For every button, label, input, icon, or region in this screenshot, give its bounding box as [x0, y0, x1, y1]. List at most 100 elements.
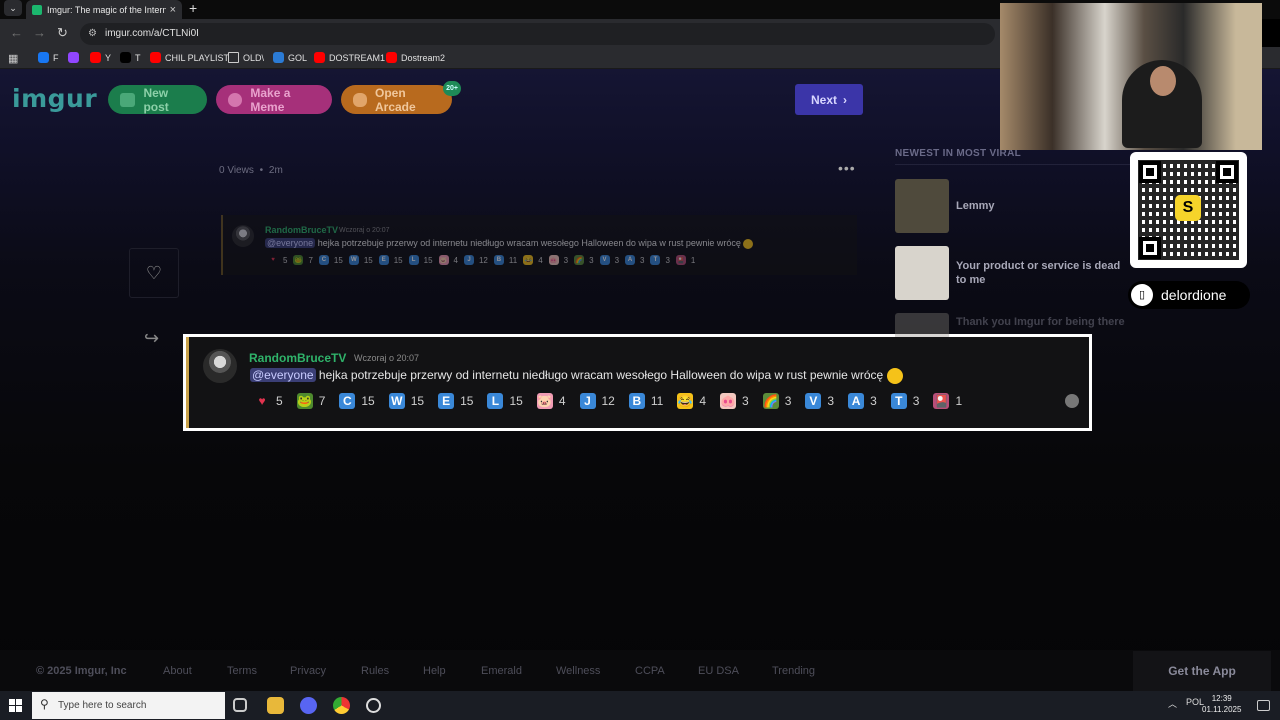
reaction[interactable]: W 15	[388, 393, 424, 409]
reaction-emoji-icon: 🐽	[548, 255, 559, 265]
bookmark-7[interactable]: DOSTREAM1	[314, 52, 385, 63]
reaction[interactable]: 🎴 1	[933, 393, 962, 409]
mention: @everyone	[265, 238, 316, 248]
bookmark-icon	[90, 52, 101, 63]
bookmark-1[interactable]	[68, 52, 83, 63]
bookmark-8[interactable]: Dostream2	[386, 52, 445, 63]
clock-time: 12:39	[1211, 694, 1232, 703]
reaction[interactable]: V3	[599, 255, 620, 265]
reaction[interactable]: B 11	[628, 393, 663, 409]
site-info-icon[interactable]: ⚙	[88, 23, 97, 45]
reaction[interactable]: 🐽 3	[720, 393, 749, 409]
apps-grid-icon[interactable]: ▦	[8, 52, 18, 65]
footer-link-privacy[interactable]: Privacy	[290, 665, 326, 677]
reaction-emoji-icon: L	[408, 255, 419, 265]
reaction[interactable]: E 15	[378, 255, 403, 265]
reaction-emoji-icon: J	[579, 393, 596, 409]
tray-chevron-icon[interactable]: ︿	[1168, 697, 1177, 710]
browser-tab[interactable]: Imgur: The magic of the Interne ×	[26, 0, 182, 19]
file-explorer-icon[interactable]	[267, 697, 284, 714]
chrome-icon[interactable]	[333, 697, 350, 714]
footer-link-emerald[interactable]: Emerald	[481, 665, 522, 677]
reaction-count: 3	[870, 394, 877, 408]
reaction[interactable]: B 11	[493, 255, 517, 265]
new-tab-icon[interactable]: +	[189, 0, 197, 17]
imgur-logo[interactable]: imgur	[12, 84, 97, 113]
reaction[interactable]: L 15	[408, 255, 433, 265]
bookmark-0[interactable]: F	[38, 52, 59, 63]
footer-link-terms[interactable]: Terms	[227, 665, 257, 677]
clock[interactable]: 12:39 01.11.2025	[1202, 693, 1241, 715]
reaction[interactable]: T3	[890, 393, 919, 409]
avatar	[203, 349, 237, 383]
bookmark-6[interactable]: GOL	[273, 52, 307, 63]
reaction[interactable]: T3	[650, 255, 670, 265]
footer-link-rules[interactable]: Rules	[361, 665, 389, 677]
footer-link-wellness[interactable]: Wellness	[556, 665, 600, 677]
discord-icon[interactable]	[300, 697, 317, 714]
next-button[interactable]: Next ›	[795, 84, 863, 115]
bookmark-icon	[273, 52, 284, 63]
reaction[interactable]: ♥ 5	[268, 255, 287, 265]
footer-link-about[interactable]: About	[163, 665, 192, 677]
address-bar[interactable]: ⚙ imgur.com/a/CTLNi0I	[80, 23, 995, 45]
reaction-row: ♥ 5 🐸 7 C 15 W 15 E 15 L 15 🐷 4 J 12 B 11 😂 4 🐽 3 🌈 3 V 3 A 3 T 3 🎴 1	[268, 255, 695, 265]
bookmark-label: Y	[105, 52, 112, 63]
reaction[interactable]: 🐷 4	[438, 255, 458, 265]
reaction[interactable]: 🌈 3	[574, 255, 594, 265]
reaction[interactable]: A3	[625, 255, 644, 265]
footer-link-help[interactable]: Help	[423, 665, 446, 677]
reaction[interactable]: 🐸 7	[293, 255, 313, 265]
reaction[interactable]: W 15	[348, 255, 373, 265]
bookmark-5[interactable]: OLD\	[228, 52, 264, 63]
reaction[interactable]: ♥ 5	[254, 393, 282, 409]
footer-link-trending[interactable]: Trending	[772, 665, 815, 677]
viral-item[interactable]: Your product or service is dead to me	[895, 246, 1131, 300]
make-meme-button[interactable]: Make a Meme	[216, 85, 332, 114]
reaction[interactable]: 🎴 1	[675, 255, 695, 265]
bookmark-2[interactable]: Y	[90, 52, 111, 63]
reaction[interactable]: A3	[848, 393, 877, 409]
footer-link-ccpa[interactable]: CCPA	[635, 665, 665, 677]
reaction[interactable]: V3	[805, 393, 834, 409]
windows-start-icon[interactable]	[9, 699, 22, 712]
open-arcade-button[interactable]: Open Arcade	[341, 85, 452, 114]
bookmark-4[interactable]: CHIL PLAYLIST	[150, 52, 229, 63]
message-body: hejka potrzebuje przerwy od internetu ni…	[318, 368, 884, 383]
bookmark-3[interactable]: T	[120, 52, 141, 63]
notifications-icon[interactable]	[1257, 700, 1270, 711]
reload-icon[interactable]: ↻	[57, 25, 68, 41]
back-icon[interactable]: ←	[10, 25, 23, 40]
footer-link-eu-dsa[interactable]: EU DSA	[698, 665, 739, 677]
qr-finder	[1216, 161, 1238, 183]
viral-item[interactable]: Lemmy	[895, 179, 1131, 233]
reaction[interactable]: C 15	[339, 393, 375, 409]
add-reaction-icon[interactable]	[1065, 394, 1079, 408]
reaction-emoji-icon: 🐽	[720, 393, 737, 409]
more-options-icon[interactable]: •••	[838, 160, 856, 176]
get-app-button[interactable]: Get the App	[1133, 651, 1271, 691]
reaction[interactable]: 🐽 3	[548, 255, 568, 265]
taskbar-search[interactable]: ⚲ Type here to search	[32, 692, 225, 719]
reaction[interactable]: C 15	[318, 255, 343, 265]
viral-item[interactable]: Thank you Imgur for being there	[895, 313, 1131, 337]
reaction-count: 4	[558, 394, 566, 408]
reaction[interactable]: L 15	[487, 393, 523, 409]
like-button[interactable]: ♡	[129, 248, 179, 298]
reaction[interactable]: 😂 4	[523, 255, 543, 265]
obs-icon[interactable]	[366, 698, 381, 713]
reaction[interactable]: 🌈 3	[762, 393, 791, 409]
reaction[interactable]: J 12	[579, 393, 615, 409]
share-icon[interactable]: ↪	[144, 328, 159, 349]
reaction[interactable]: J 12	[463, 255, 488, 265]
forward-icon[interactable]: →	[33, 25, 46, 40]
close-tab-icon[interactable]: ×	[170, 4, 176, 16]
reaction[interactable]: 🐸 7	[296, 393, 325, 409]
new-post-button[interactable]: New post	[108, 85, 207, 114]
reaction-count: 3	[614, 255, 620, 265]
tab-search-chevron-icon[interactable]: ⌄	[4, 0, 22, 16]
reaction[interactable]: E 15	[438, 393, 473, 409]
reaction[interactable]: 😂 4	[677, 393, 706, 409]
reaction[interactable]: 🐷 4	[536, 393, 566, 409]
task-view-icon[interactable]	[233, 698, 247, 712]
